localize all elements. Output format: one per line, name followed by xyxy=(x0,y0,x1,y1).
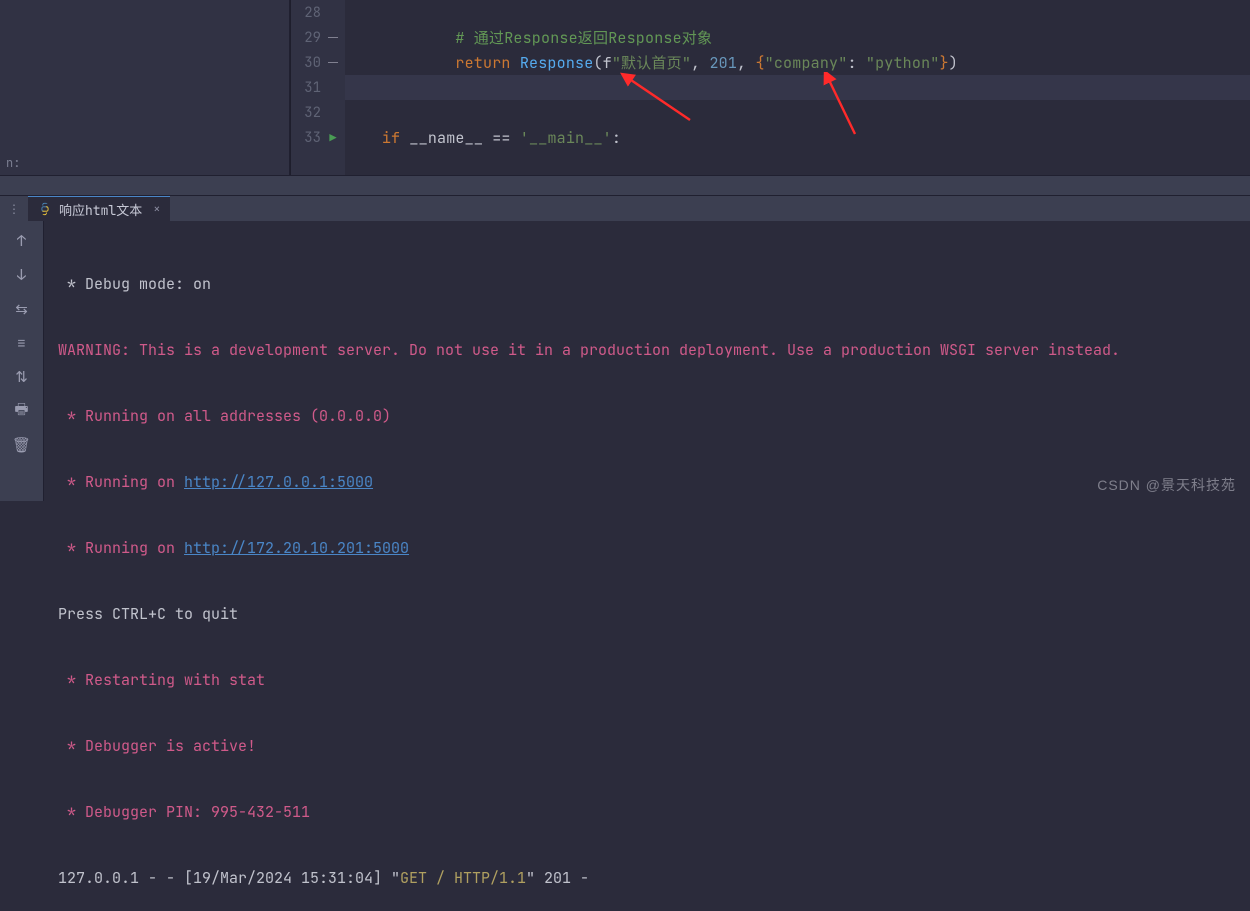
editor-left-label: n: xyxy=(0,151,26,175)
fold-icon[interactable] xyxy=(325,25,341,50)
terminal-output[interactable]: * Debug mode: on WARNING: This is a deve… xyxy=(44,221,1250,501)
tab-label: 响应html文本 xyxy=(59,200,142,219)
code-area[interactable]: # 通过Response返回Response对象 return Response… xyxy=(345,0,1250,175)
diff-button[interactable]: ⇅ xyxy=(12,367,32,387)
clear-button[interactable]: 🗑 xyxy=(12,435,32,455)
terminal-line: * Restarting with stat xyxy=(58,669,1236,691)
code-line: # 通过Response返回Response对象 xyxy=(345,25,1250,50)
scroll-up-button[interactable]: ↑ xyxy=(12,231,32,251)
python-file-icon xyxy=(38,202,52,216)
code-line xyxy=(345,75,1250,100)
line-number: 31 xyxy=(304,75,321,100)
watermark: CSDN @景天科技苑 xyxy=(1097,475,1236,495)
panel-separator xyxy=(0,175,1250,195)
line-number: 30 xyxy=(304,50,321,75)
terminal-tabbar: ⋮ 响应html文本 × xyxy=(0,195,1250,221)
terminal-line: * Debugger PIN: 995-432-511 xyxy=(58,801,1236,823)
line-number: 28 xyxy=(304,0,321,25)
panel-divider xyxy=(290,0,291,175)
terminal-line: Press CTRL+C to quit xyxy=(58,603,1236,625)
terminal-line: * Debugger is active! xyxy=(58,735,1236,757)
code-line: if __name__ == '__main__': xyxy=(345,125,1250,150)
terminal-line: * Running on http://172.20.10.201:5000 xyxy=(58,537,1236,559)
gutter[interactable]: 28 29 30 31 32 33 ▶ xyxy=(290,0,345,175)
terminal-tab[interactable]: 响应html文本 × xyxy=(28,196,170,221)
code-editor: n: 28 29 30 31 32 33 ▶ # 通过Response返回Res… xyxy=(0,0,1250,175)
code-line: return Response(f"默认首页", 201, {"company"… xyxy=(345,50,1250,75)
server-url-link[interactable]: http://127.0.0.1:5000 xyxy=(184,472,373,492)
code-line xyxy=(345,0,1250,25)
scroll-down-button[interactable]: ↓ xyxy=(12,265,32,285)
line-number: 32 xyxy=(304,100,321,125)
terminal-line: WARNING: This is a development server. D… xyxy=(58,339,1236,361)
server-url-link[interactable]: http://172.20.10.201:5000 xyxy=(184,538,409,558)
run-icon[interactable]: ▶ xyxy=(325,125,341,150)
terminal-toolbar: ↑ ↓ ⇆ ≡ ⇅ 🖶 🗑 xyxy=(0,221,44,501)
editor-left-panel: n: xyxy=(0,0,290,175)
terminal-line: * Running on all addresses (0.0.0.0) xyxy=(58,405,1236,427)
soft-wrap-button[interactable]: ⇆ xyxy=(12,299,32,319)
print-button[interactable]: 🖶 xyxy=(12,401,32,421)
code-line xyxy=(345,100,1250,125)
line-number: 29 xyxy=(304,25,321,50)
tab-more-icon[interactable]: ⋮ xyxy=(0,196,28,221)
terminal-line: 127.0.0.1 - - [19/Mar/2024 15:31:04] "GE… xyxy=(58,867,1236,889)
line-number: 33 xyxy=(304,125,321,150)
scroll-to-end-button[interactable]: ≡ xyxy=(12,333,32,353)
close-icon[interactable]: × xyxy=(153,201,160,217)
fold-icon[interactable] xyxy=(325,50,341,75)
terminal-line: * Running on http://127.0.0.1:5000 xyxy=(58,471,1236,493)
terminal-line: * Debug mode: on xyxy=(58,273,1236,295)
